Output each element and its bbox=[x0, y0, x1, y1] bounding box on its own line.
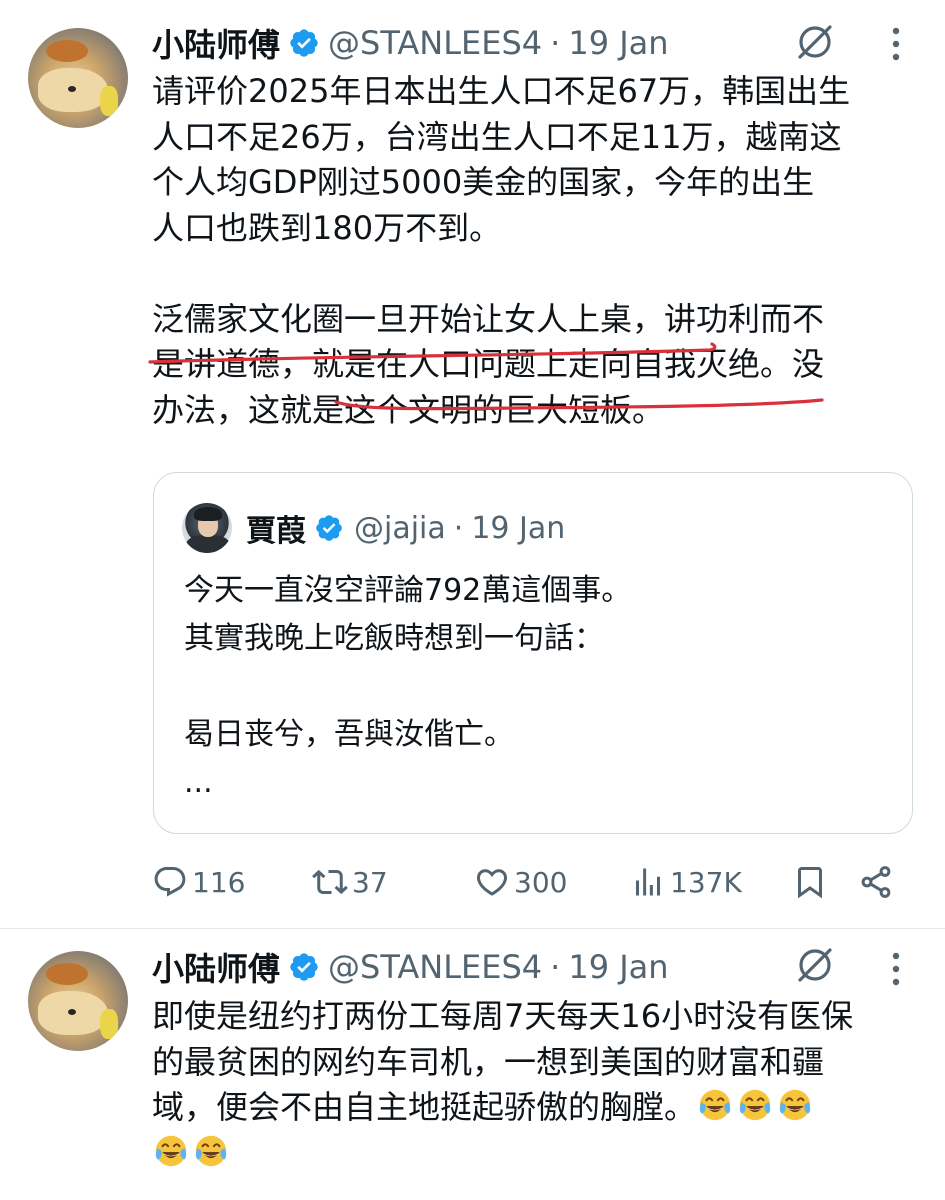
views-button[interactable]: 137K bbox=[630, 858, 742, 906]
tweet-text-line: 即使是纽约打两份工每周7天每天16小时没有医保 bbox=[152, 997, 854, 1035]
quoted-tweet-date[interactable]: 19 Jan bbox=[471, 511, 565, 546]
views-count: 137K bbox=[670, 865, 742, 899]
reply-icon bbox=[154, 867, 186, 897]
red-underline-annotations bbox=[148, 342, 824, 411]
tears-of-joy-emoji-icon bbox=[779, 1089, 811, 1121]
tears-of-joy-emoji-icon bbox=[155, 1135, 187, 1166]
reply-count: 116 bbox=[192, 865, 246, 899]
retweet-icon bbox=[312, 869, 348, 895]
quoted-author-avatar[interactable] bbox=[182, 503, 232, 553]
tweet-2[interactable]: 小陆师傅 @STANLEES4 · 19 Jan 即使是纽约打两份工每周7天每天… bbox=[0, 929, 945, 1200]
more-options-icon[interactable] bbox=[889, 949, 903, 989]
share-icon bbox=[861, 866, 891, 898]
tweet-text: 即使是纽约打两份工每周7天每天16小时没有医保 的最贫困的网约车司机，一想到美国… bbox=[152, 994, 922, 1176]
verified-badge-icon bbox=[288, 951, 320, 983]
quoted-author-handle[interactable]: @jajia bbox=[354, 511, 446, 546]
separator: · bbox=[550, 948, 561, 986]
views-icon bbox=[636, 868, 660, 896]
heart-icon bbox=[476, 869, 508, 896]
avatar-image-detail bbox=[186, 535, 230, 553]
bookmark-button[interactable] bbox=[792, 858, 828, 906]
quoted-author-name[interactable]: 賈葭 bbox=[246, 506, 306, 550]
reply-button[interactable]: 116 bbox=[152, 858, 245, 906]
author-name[interactable]: 小陆师傅 bbox=[152, 944, 280, 990]
retweet-button[interactable]: 37 bbox=[312, 858, 388, 906]
quoted-tweet-card[interactable]: 賈葭 @jajia · 19 Jan 今天一直沒空評論792萬這個事。 其實我晚… bbox=[153, 472, 913, 834]
verified-badge-icon bbox=[314, 513, 344, 543]
retweet-count: 37 bbox=[352, 865, 388, 899]
avatar-image-detail bbox=[100, 1009, 118, 1039]
grok-icon[interactable] bbox=[795, 945, 835, 985]
tears-of-joy-emoji-icon bbox=[699, 1089, 731, 1121]
share-button[interactable] bbox=[858, 858, 894, 906]
separator: · bbox=[453, 510, 464, 546]
like-button[interactable]: 300 bbox=[474, 858, 567, 906]
quoted-tweet-header: 賈葭 @jajia · 19 Jan bbox=[246, 506, 565, 550]
tweet-date[interactable]: 19 Jan bbox=[568, 948, 668, 986]
avatar-image-detail bbox=[46, 963, 88, 985]
like-count: 300 bbox=[514, 865, 568, 899]
bookmark-icon bbox=[798, 867, 822, 899]
quoted-tweet-text: 今天一直沒空評論792萬這個事。 其實我晚上吃飯時想到一句話： 曷日丧兮，吾與汝… bbox=[184, 573, 632, 800]
tears-of-joy-emoji-icon bbox=[195, 1135, 227, 1166]
avatar-image-detail bbox=[68, 1009, 76, 1015]
tears-of-joy-emoji-icon bbox=[739, 1089, 771, 1121]
tweet-1[interactable]: 小陆师傅 @STANLEES4 · 19 Jan 请评价2025年日本出生人口不… bbox=[0, 0, 945, 929]
tweet-text-line: 的最贫困的网约车司机，一想到美国的财富和疆 bbox=[152, 1042, 825, 1081]
author-handle[interactable]: @STANLEES4 bbox=[328, 948, 542, 986]
tweet-action-bar: 116 37 300 137K bbox=[152, 858, 912, 906]
emoji-group bbox=[152, 1134, 232, 1172]
avatar-image-detail bbox=[194, 507, 222, 521]
tweet-text-line: 域，便会不由自主地挺起骄傲的胸膛。 bbox=[152, 1088, 697, 1126]
emoji-group bbox=[696, 1088, 816, 1126]
tweet-header: 小陆师傅 @STANLEES4 · 19 Jan bbox=[152, 945, 669, 989]
author-avatar[interactable] bbox=[28, 951, 128, 1051]
